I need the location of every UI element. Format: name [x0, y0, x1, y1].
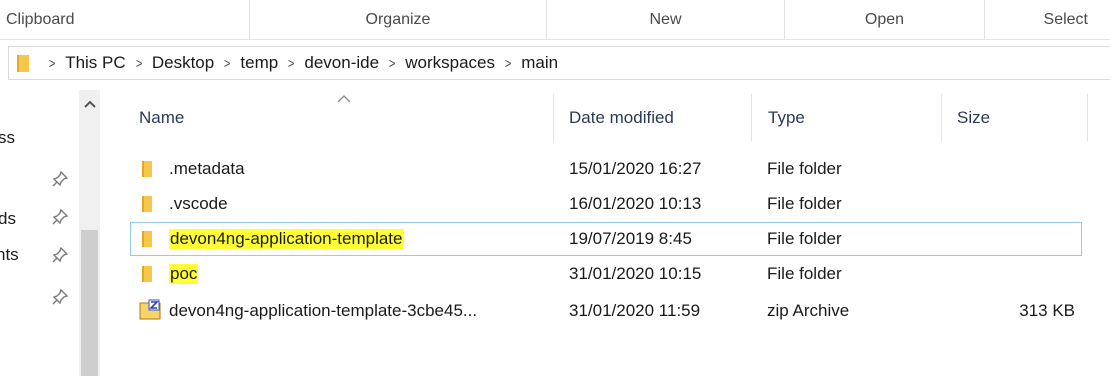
breadcrumb-desktop[interactable]: Desktop: [152, 53, 214, 73]
breadcrumb-workspaces[interactable]: workspaces: [405, 53, 495, 73]
breadcrumb-devon-ide[interactable]: devon-ide: [304, 53, 379, 73]
column-header-name-label: Name: [139, 108, 185, 127]
breadcrumb-temp[interactable]: temp: [240, 53, 278, 73]
column-header-size-label: Size: [957, 108, 991, 127]
column-header-type-label: Type: [768, 108, 805, 127]
pin-icon[interactable]: [52, 246, 69, 263]
highlighted-file-name: poc: [169, 264, 199, 284]
nav-item-documents[interactable]: nts: [0, 245, 19, 265]
file-type: File folder: [767, 159, 842, 178]
file-type: zip Archive: [767, 301, 850, 320]
chevron-right-icon[interactable]: >: [217, 55, 238, 71]
folder-icon: [9, 47, 39, 79]
file-name: devon4ng-application-template-3cbe45...: [169, 301, 478, 320]
file-row[interactable]: poc 31/01/2020 10:15 File folder: [130, 257, 1082, 291]
file-row[interactable]: .metadata 15/01/2020 16:27 File folder: [130, 152, 1082, 186]
file-type: File folder: [767, 229, 842, 248]
ribbon-group-organize: Organize: [250, 0, 547, 40]
chevron-up-icon: [83, 100, 96, 108]
nav-item-downloads[interactable]: ds: [0, 209, 16, 229]
column-header-date-modified[interactable]: Date modified: [554, 94, 752, 142]
chevron-right-icon[interactable]: >: [382, 55, 403, 71]
highlighted-file-name: devon4ng-application-template: [169, 229, 404, 249]
breadcrumb-this-pc[interactable]: This PC: [65, 53, 125, 73]
file-name: .vscode: [169, 194, 228, 213]
file-row-selected[interactable]: devon4ng-application-template 19/07/2019…: [130, 222, 1082, 256]
nav-item-quick-access[interactable]: ss: [0, 128, 15, 148]
ribbon-group-clipboard: Clipboard: [0, 0, 250, 40]
nav-scrollbar[interactable]: [79, 90, 100, 376]
chevron-right-icon[interactable]: >: [498, 55, 519, 71]
pin-icon[interactable]: [52, 170, 69, 187]
address-bar[interactable]: > This PC > Desktop > temp > devon-ide >…: [8, 46, 1110, 80]
file-date: 31/01/2020 10:15: [569, 264, 702, 283]
folder-icon: [139, 160, 159, 178]
file-name: poc: [169, 258, 199, 290]
breadcrumb-main[interactable]: main: [521, 53, 558, 73]
file-size: 313 KB: [1019, 301, 1075, 320]
ribbon-group-open: Open: [785, 0, 985, 40]
folder-icon: [139, 265, 159, 283]
sort-ascending-icon: [337, 95, 351, 103]
file-date: 31/01/2020 11:59: [569, 301, 701, 320]
file-date: 15/01/2020 16:27: [569, 159, 702, 178]
column-header-name[interactable]: Name: [120, 94, 554, 142]
scroll-thumb[interactable]: [81, 230, 98, 376]
pin-icon[interactable]: [52, 208, 69, 225]
folder-icon: [139, 195, 159, 213]
file-name: .metadata: [169, 159, 245, 178]
file-row[interactable]: .vscode 16/01/2020 10:13 File folder: [130, 187, 1082, 221]
file-type: File folder: [767, 264, 842, 283]
ribbon-group-new: New: [547, 0, 785, 40]
chevron-right-icon[interactable]: >: [281, 55, 302, 71]
column-header-type[interactable]: Type: [752, 94, 942, 142]
column-headers: Name Date modified Type Size: [120, 94, 1110, 142]
file-name: devon4ng-application-template: [169, 223, 404, 255]
chevron-right-icon[interactable]: >: [128, 55, 149, 71]
ribbon-group-labels: Clipboard Organize New Open Select: [0, 0, 1110, 40]
ribbon-group-select: Select: [1043, 11, 1088, 28]
file-date: 19/07/2019 8:45: [569, 229, 692, 248]
folder-icon: [139, 230, 159, 248]
pin-icon[interactable]: [52, 288, 69, 305]
file-row[interactable]: devon4ng-application-template-3cbe45... …: [130, 294, 1082, 328]
zip-archive-icon: [139, 299, 161, 320]
scroll-up-button[interactable]: [79, 90, 100, 118]
file-date: 16/01/2020 10:13: [569, 194, 702, 213]
column-header-date-label: Date modified: [569, 108, 674, 127]
file-type: File folder: [767, 194, 842, 213]
column-header-size[interactable]: Size: [942, 94, 1088, 142]
chevron-right-icon[interactable]: >: [42, 55, 63, 71]
